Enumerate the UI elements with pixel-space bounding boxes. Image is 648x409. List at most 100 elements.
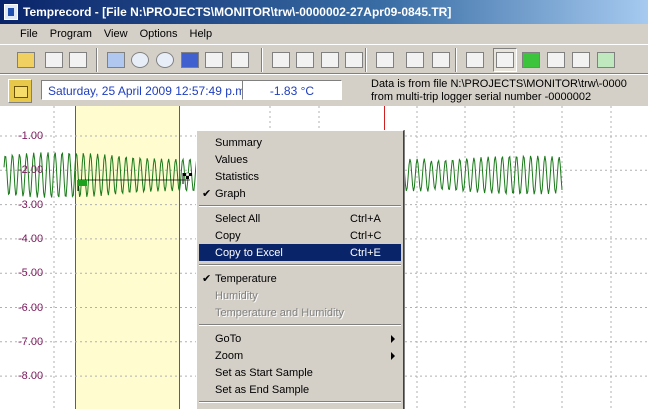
menu-item-shortcut: Ctrl+A	[350, 212, 381, 225]
menu-item-label: Set as Start Sample	[215, 366, 313, 379]
context-menu-item-set-as-end-sample[interactable]: Set as End Sample	[199, 381, 401, 398]
check-icon: ✔	[202, 273, 212, 285]
menu-item-label: Zoom	[215, 349, 244, 362]
settings-gear-icon-glyph	[231, 52, 249, 68]
settings-gear-icon[interactable]	[228, 48, 252, 72]
context-menu-item-temperature-and-humidity: Temperature and Humidity	[199, 304, 401, 321]
open-file-icon[interactable]	[8, 79, 32, 103]
menu-view[interactable]: View	[98, 26, 134, 42]
menu-item-label: Graph	[215, 187, 246, 200]
menu-item-label: Set as End Sample	[215, 383, 310, 396]
end-flag-icon[interactable]	[181, 172, 193, 184]
graph-tool-5-icon-glyph	[376, 52, 394, 68]
info-bar: Saturday, 25 April 2009 12:57:49 p.m. -1…	[0, 75, 648, 106]
copy-files-icon-glyph	[45, 52, 63, 68]
y-tick-label: -2.00	[18, 164, 44, 177]
menu-item-shortcut: Ctrl+E	[350, 246, 381, 259]
menu-options[interactable]: Options	[134, 26, 184, 42]
undo-icon-glyph	[205, 52, 223, 68]
context-menu-item-statistics[interactable]: Statistics	[199, 168, 401, 185]
y-tick-label: -3.00	[18, 198, 44, 211]
graph-tool-4-icon-glyph	[345, 52, 363, 68]
submenu-arrow-icon	[391, 335, 395, 343]
excel-icon[interactable]	[594, 48, 618, 72]
title-bar[interactable]: Temprecord - [File N:\PROJECTS\MONITOR\t…	[0, 0, 648, 24]
graph-tool-6-icon-glyph	[406, 52, 424, 68]
menu-bar: File Program View Options Help	[0, 24, 648, 44]
logger-icon[interactable]	[104, 48, 128, 72]
menu-help[interactable]: Help	[184, 26, 219, 42]
graph-tool-1-icon[interactable]	[269, 48, 293, 72]
menu-file[interactable]: File	[14, 26, 44, 42]
menu-item-label: Copy to Excel	[215, 246, 283, 259]
play-icon[interactable]	[128, 48, 152, 72]
submenu-arrow-icon	[391, 352, 395, 360]
check-icon: ✔	[202, 188, 212, 200]
graph-tool-7-icon[interactable]	[429, 48, 453, 72]
start-flag-icon[interactable]	[519, 48, 543, 72]
menu-item-label: GoTo	[215, 332, 242, 345]
y-tick-label: -6.00	[18, 301, 44, 314]
graph-tool-4-icon[interactable]	[342, 48, 366, 72]
end-flag-icon[interactable]	[544, 48, 568, 72]
cursor-line[interactable]	[384, 106, 385, 132]
context-menu-item-copy-to-excel[interactable]: Copy to Excel Ctrl+E	[199, 244, 401, 261]
temperature-display: -1.83 °C	[242, 80, 342, 100]
start-flag-icon-glyph	[522, 52, 540, 68]
copy-files-icon[interactable]	[42, 48, 66, 72]
menu-item-label: Statistics	[215, 170, 260, 183]
y-tick-label: -7.00	[18, 335, 44, 348]
trip-icon-glyph	[496, 52, 514, 68]
context-menu-item-temperature[interactable]: ✔ Temperature	[199, 270, 401, 287]
excel-icon-glyph	[597, 52, 615, 68]
chart-icon[interactable]	[463, 48, 487, 72]
context-menu-item-zoom[interactable]: Zoom	[199, 347, 401, 364]
trip-icon[interactable]	[493, 48, 517, 72]
app-icon	[4, 4, 18, 20]
menu-separator	[199, 401, 401, 403]
copy-icon[interactable]	[569, 48, 593, 72]
graph-tool-7-icon-glyph	[432, 52, 450, 68]
window-title: Temprecord - [File N:\PROJECTS\MONITOR\t…	[23, 5, 452, 19]
start-flag-icon[interactable]	[76, 179, 88, 191]
y-tick-label: -5.00	[18, 267, 44, 280]
context-menu-item-select-all[interactable]: Select All Ctrl+A	[199, 210, 401, 227]
toolbar	[0, 44, 648, 74]
menu-item-label: Summary	[215, 136, 263, 149]
graph-tool-6-icon[interactable]	[403, 48, 427, 72]
open-folder-icon-glyph	[17, 52, 35, 68]
y-tick-label: -1.00	[18, 130, 44, 142]
graph-tool-2-icon-glyph	[296, 52, 314, 68]
copy-icon-glyph	[572, 52, 590, 68]
file-info-line2: from multi-trip logger serial number -00…	[371, 91, 592, 103]
context-menu-item-set-as-start-sample[interactable]: Set as Start Sample	[199, 364, 401, 381]
graph-tool-2-icon[interactable]	[293, 48, 317, 72]
context-menu-item-graph[interactable]: ✔ Graph	[199, 185, 401, 202]
context-menu-item-values[interactable]: Values	[199, 151, 401, 168]
context-menu-item-copy[interactable]: Copy Ctrl+C	[199, 227, 401, 244]
graph-tool-3-icon-glyph	[321, 52, 339, 68]
menu-item-label: Select All	[215, 212, 261, 225]
open-folder-icon[interactable]	[14, 48, 38, 72]
print-icon[interactable]	[66, 48, 90, 72]
toolbar-separator	[455, 48, 457, 72]
logger-icon-glyph	[107, 52, 125, 68]
y-tick-label: -8.00	[18, 370, 44, 383]
context-menu-item-humidity: Humidity	[199, 287, 401, 304]
menu-item-label: Temperature and Humidity	[215, 306, 345, 319]
menu-item-shortcut: Ctrl+C	[350, 229, 382, 242]
menu-item-label: Copy	[215, 229, 241, 242]
chart-icon-glyph	[466, 52, 484, 68]
graph-tool-5-icon[interactable]	[373, 48, 397, 72]
date-display: Saturday, 25 April 2009 12:57:49 p.m.	[41, 80, 263, 100]
graph-tool-3-icon[interactable]	[318, 48, 342, 72]
menu-item-label: Temperature	[215, 272, 277, 285]
stop-icon[interactable]	[153, 48, 177, 72]
bookmark-icon-glyph	[181, 52, 199, 68]
end-flag-icon-glyph	[547, 52, 565, 68]
bookmark-icon[interactable]	[178, 48, 202, 72]
undo-icon[interactable]	[202, 48, 226, 72]
menu-program[interactable]: Program	[44, 26, 98, 42]
context-menu-item-summary[interactable]: Summary	[199, 134, 401, 151]
context-menu-item-goto[interactable]: GoTo	[199, 330, 401, 347]
